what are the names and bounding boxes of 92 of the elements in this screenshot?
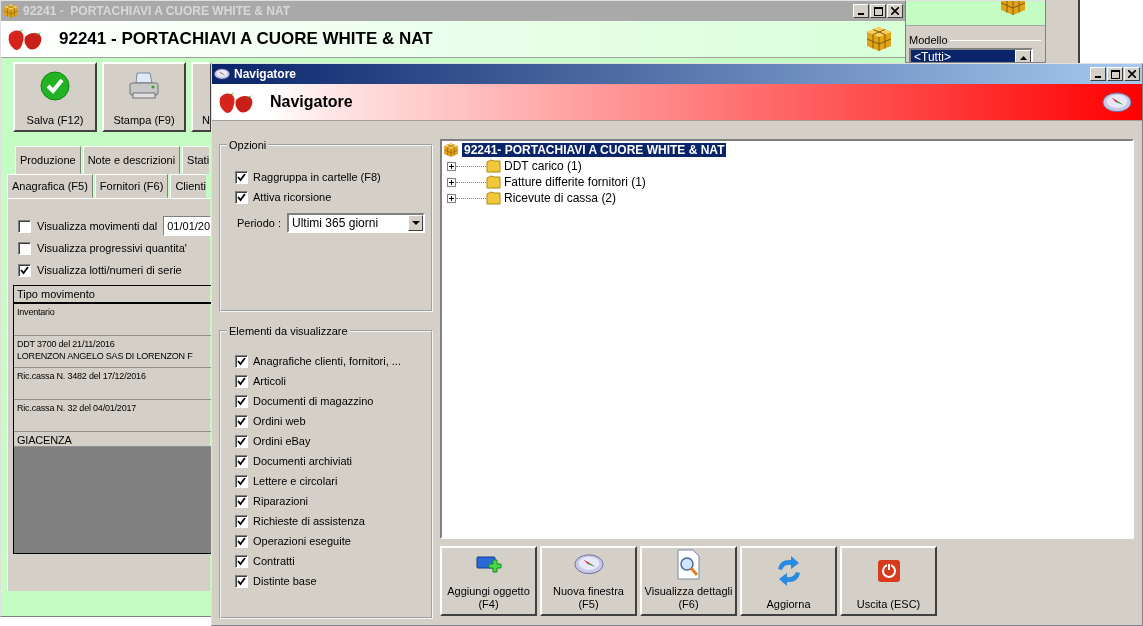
cube-icon [3, 3, 19, 19]
checkbox-label: Anagrafiche clienti, fornitori, ... [253, 355, 401, 367]
action-button[interactable]: Aggiorna [740, 546, 837, 616]
folder-icon [486, 175, 501, 189]
checkbox-label: Visualizza progressivi quantita' [37, 242, 187, 254]
close-button[interactable] [887, 4, 903, 18]
expand-icon[interactable] [447, 177, 456, 187]
checkbox-label: Documenti di magazzino [253, 395, 374, 407]
checkbox-label: Attiva ricorsione [253, 191, 332, 203]
tab[interactable]: Stati [182, 146, 210, 174]
period-dropdown[interactable]: Ultimi 365 giorni [287, 213, 426, 233]
tab[interactable]: Produzione [15, 146, 81, 174]
checkmark-icon [40, 71, 70, 101]
checkbox[interactable] [235, 414, 248, 428]
checkbox-label: Richieste di assistenza [253, 515, 365, 527]
checkbox[interactable] [235, 454, 248, 468]
checkbox-label: Documenti archiviati [253, 455, 353, 467]
checkbox[interactable] [235, 574, 248, 588]
checkbox[interactable] [235, 354, 248, 368]
toolbar-button[interactable]: Stampa (F9) [102, 62, 186, 132]
checkbox-label: Ordini web [253, 415, 306, 427]
tree-item[interactable]: DDT carico (1) [504, 159, 582, 173]
action-button[interactable]: Nuova finestra (F5) [540, 546, 637, 616]
tree-item[interactable]: Fatture differite fornitori (1) [504, 175, 646, 189]
checkbox[interactable] [235, 434, 248, 448]
compass-icon [214, 68, 230, 80]
close-button[interactable] [1124, 67, 1140, 81]
checkbox[interactable] [18, 219, 31, 233]
close-icon [1128, 70, 1136, 78]
window-title: Navigatore [234, 67, 297, 81]
arrow-up-icon [1019, 56, 1027, 60]
expand-icon[interactable] [447, 161, 456, 171]
action-button[interactable]: Visualizza dettagli (F6) [640, 546, 737, 616]
maximize-button[interactable] [1107, 67, 1123, 81]
checkbox-label: Riparazioni [253, 495, 309, 507]
checkbox[interactable] [18, 241, 31, 255]
caret-icon [411, 221, 420, 225]
checkbox[interactable] [235, 394, 248, 408]
expand-icon[interactable] [447, 193, 456, 203]
checkbox[interactable] [235, 374, 248, 388]
maximize-button[interactable] [870, 4, 886, 18]
period-label: Periodo : [237, 217, 282, 229]
tab[interactable]: Note e descrizioni [82, 146, 181, 174]
checkbox-label: Ordini eBay [253, 435, 311, 447]
minimize-button[interactable] [1090, 67, 1106, 81]
cube-icon [865, 25, 893, 53]
maximize-icon [1110, 69, 1120, 79]
tab[interactable]: Anagrafica (F5) [7, 174, 93, 198]
maximize-icon [873, 6, 883, 16]
printer-icon [128, 71, 160, 101]
folder-icon [486, 191, 501, 205]
toolbar-button[interactable]: N [191, 62, 212, 132]
folder-icon [486, 159, 501, 173]
checkbox-label: Distinte base [253, 575, 317, 587]
action-button[interactable]: Uscita (ESC) [840, 546, 937, 616]
close-icon [891, 7, 899, 15]
checkbox-label: Lettere e circolari [253, 475, 338, 487]
tab[interactable]: Clienti [170, 174, 206, 198]
checkbox[interactable] [235, 554, 248, 568]
checkbox[interactable] [235, 474, 248, 488]
power-icon [876, 559, 901, 583]
window-heading: 92241 - PORTACHIAVI A CUORE WHITE & NAT [59, 29, 433, 49]
checkbox-label: Articoli [253, 375, 286, 387]
window-heading: Navigatore [270, 93, 353, 111]
scroll-up-button[interactable] [1015, 50, 1031, 62]
checkbox-label: Operazioni eseguite [253, 535, 351, 547]
toolbar-button[interactable]: Salva (F12) [13, 62, 97, 132]
group-title: Elementi da visualizzare [228, 325, 349, 337]
checkbox-label: Raggruppa in cartelle (F8) [253, 171, 381, 183]
checkbox-label: Visualizza movimenti dal [37, 220, 158, 232]
checkbox-label: Contratti [253, 555, 295, 567]
minimize-button[interactable] [853, 4, 869, 18]
tab[interactable]: Fornitori (F6) [94, 174, 169, 198]
tree-item[interactable]: 92241- PORTACHIAVI A CUORE WHITE & NAT [462, 143, 727, 157]
document-search-icon [675, 548, 702, 581]
checkbox[interactable] [235, 170, 248, 184]
list-box[interactable]: <Tutti> [909, 48, 1033, 62]
checkbox[interactable] [235, 514, 248, 528]
checkbox[interactable] [235, 494, 248, 508]
date-field[interactable]: 01/01/20 [163, 216, 212, 236]
group-title: Opzioni [228, 139, 268, 151]
action-button[interactable]: Aggiungi oggetto (F4) [440, 546, 537, 616]
checkbox[interactable] [235, 190, 248, 204]
checkbox[interactable] [235, 534, 248, 548]
compass-icon [1102, 90, 1132, 114]
tree-item[interactable]: Ricevute di cassa (2) [504, 191, 617, 205]
checkbox-label: Visualizza lotti/numeri di serie [37, 264, 182, 276]
list-item[interactable]: <Tutti> [911, 50, 1015, 62]
cube-icon [443, 142, 459, 158]
group-title: Modello [909, 34, 948, 46]
checkbox[interactable] [18, 263, 31, 277]
compass-icon [573, 553, 604, 576]
